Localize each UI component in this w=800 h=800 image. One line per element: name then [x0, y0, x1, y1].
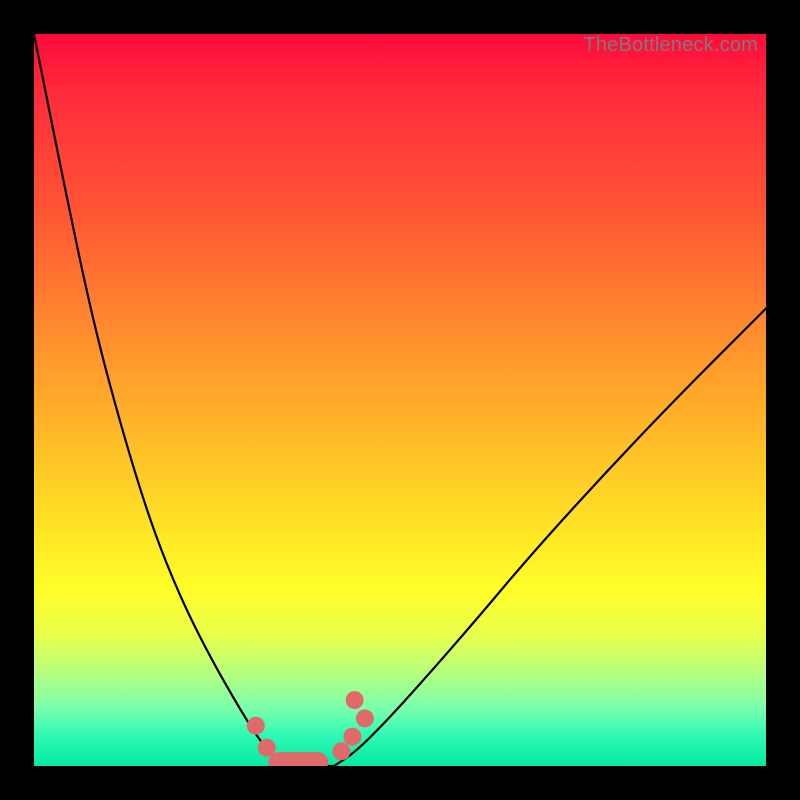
data-marker: [247, 717, 265, 735]
data-marker: [343, 728, 361, 746]
watermark-text: TheBottleneck.com: [583, 34, 758, 57]
bottom-bar: [268, 752, 328, 766]
data-marker: [356, 709, 374, 727]
curve-left: [34, 34, 283, 766]
data-marker: [346, 691, 364, 709]
curve-overlay: [34, 34, 766, 766]
bottom-bar-rect: [268, 752, 328, 766]
markers-left: [247, 717, 276, 757]
data-marker: [258, 739, 276, 757]
curve-right: [334, 309, 766, 767]
markers-right: [332, 691, 373, 760]
chart-frame: TheBottleneck.com: [0, 0, 800, 800]
plot-area: TheBottleneck.com: [34, 34, 766, 766]
data-marker: [332, 742, 350, 760]
